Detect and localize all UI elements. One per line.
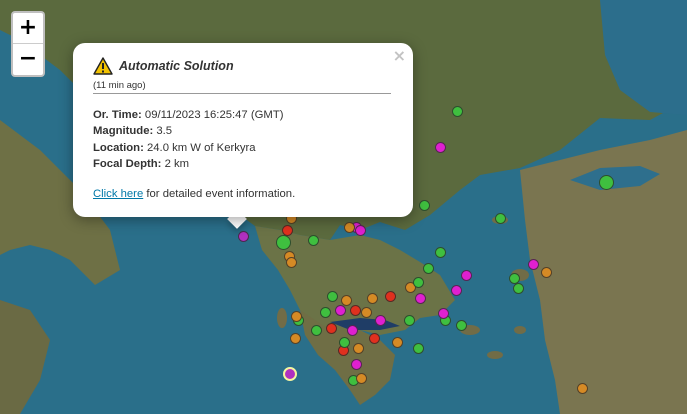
warning-triangle-icon xyxy=(93,57,113,75)
earthquake-marker[interactable] xyxy=(494,212,506,224)
earthquake-marker[interactable] xyxy=(307,234,319,246)
earthquake-marker[interactable] xyxy=(289,332,301,344)
magnitude-value: 3.5 xyxy=(156,125,173,138)
earthquake-marker[interactable] xyxy=(349,304,361,316)
earthquake-marker[interactable] xyxy=(403,314,415,326)
popup-header: Automatic Solution xyxy=(93,57,234,75)
origin-time-row: Or. Time: 09/11/2023 16:25:47 (GMT) xyxy=(93,107,283,123)
earthquake-marker[interactable] xyxy=(352,342,364,354)
focal-depth-label: Focal Depth: xyxy=(93,157,162,170)
earthquake-marker[interactable] xyxy=(391,336,403,348)
popup-age: (11 min ago) xyxy=(93,80,146,91)
earthquake-marker[interactable] xyxy=(368,332,380,344)
earthquake-marker[interactable] xyxy=(290,310,302,322)
earthquake-marker[interactable] xyxy=(414,292,426,304)
details-suffix: for detailed event information. xyxy=(143,188,296,200)
location-row: Location: 24.0 km W of Kerkyra xyxy=(93,140,283,156)
earthquake-marker[interactable] xyxy=(355,372,367,384)
earthquake-marker[interactable] xyxy=(326,290,338,302)
details-link[interactable]: Click here xyxy=(93,188,143,200)
earthquake-marker[interactable] xyxy=(334,304,346,316)
earthquake-marker[interactable] xyxy=(434,141,446,153)
earthquake-marker[interactable] xyxy=(319,306,331,318)
focal-depth-row: Focal Depth: 2 km xyxy=(93,156,283,172)
popup-title: Automatic Solution xyxy=(119,59,234,73)
event-details: Or. Time: 09/11/2023 16:25:47 (GMT) Magn… xyxy=(93,107,283,172)
earthquake-marker[interactable] xyxy=(325,322,337,334)
earthquake-marker[interactable] xyxy=(281,224,293,236)
earthquake-marker[interactable] xyxy=(512,282,524,294)
details-line: Click here for detailed event informatio… xyxy=(93,188,295,200)
earthquake-marker[interactable] xyxy=(422,262,434,274)
earthquake-marker[interactable] xyxy=(460,269,472,281)
earthquake-marker[interactable] xyxy=(343,221,355,233)
earthquake-marker[interactable] xyxy=(412,342,424,354)
earthquake-marker[interactable] xyxy=(346,324,358,336)
earthquake-marker[interactable] xyxy=(434,246,446,258)
earthquake-marker[interactable] xyxy=(437,307,449,319)
earthquake-marker[interactable] xyxy=(508,272,520,284)
earthquake-marker[interactable] xyxy=(283,367,297,381)
earthquake-marker[interactable] xyxy=(540,266,552,278)
location-label: Location: xyxy=(93,141,144,154)
earthquake-marker[interactable] xyxy=(384,290,396,302)
location-value: 24.0 km W of Kerkyra xyxy=(146,141,256,154)
earthquake-marker[interactable] xyxy=(354,224,366,236)
earthquake-marker[interactable] xyxy=(576,382,588,394)
earthquake-marker[interactable] xyxy=(360,306,372,318)
focal-depth-value: 2 km xyxy=(164,157,190,170)
earthquake-marker[interactable] xyxy=(237,230,249,242)
close-icon[interactable]: × xyxy=(393,46,406,65)
earthquake-marker[interactable] xyxy=(340,294,352,306)
popup-divider xyxy=(93,93,391,94)
earthquake-marker[interactable] xyxy=(450,284,462,296)
zoom-out-button[interactable]: − xyxy=(13,44,43,74)
magnitude-label: Magnitude: xyxy=(93,125,154,138)
earthquake-marker[interactable] xyxy=(275,234,291,250)
earthquake-marker[interactable] xyxy=(285,256,297,268)
origin-time-value: 09/11/2023 16:25:47 (GMT) xyxy=(144,109,284,121)
zoom-in-button[interactable]: + xyxy=(13,13,43,44)
earthquake-marker[interactable] xyxy=(527,258,539,270)
earthquake-marker[interactable] xyxy=(412,276,424,288)
earthquake-marker[interactable] xyxy=(455,319,467,331)
earthquake-marker[interactable] xyxy=(310,324,322,336)
event-popup: × Automatic Solution (11 min ago) Or. Ti… xyxy=(73,43,413,217)
earthquake-marker[interactable] xyxy=(350,358,362,370)
magnitude-row: Magnitude: 3.5 xyxy=(93,123,283,139)
earthquake-marker[interactable] xyxy=(366,292,378,304)
earthquake-marker[interactable] xyxy=(338,336,350,348)
origin-time-label: Or. Time: xyxy=(93,109,142,121)
earthquake-marker[interactable] xyxy=(451,105,463,117)
earthquake-marker[interactable] xyxy=(598,174,614,190)
earthquake-marker[interactable] xyxy=(374,314,386,326)
zoom-control: + − xyxy=(11,11,45,77)
earthquake-marker[interactable] xyxy=(418,199,430,211)
